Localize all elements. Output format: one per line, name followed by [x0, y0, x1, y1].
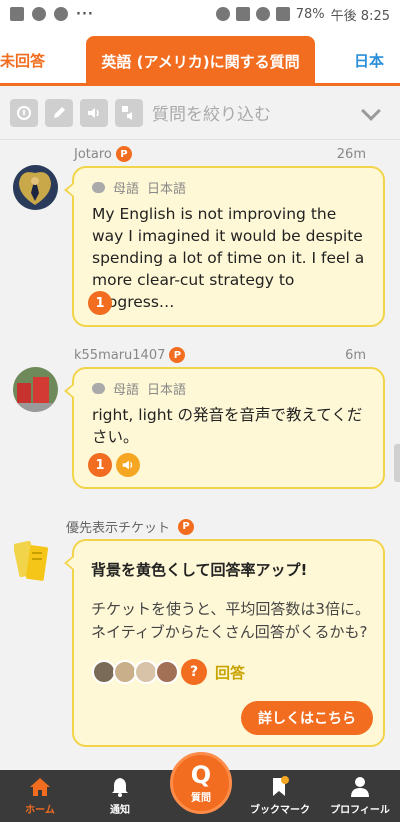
ask-question-label: 質問	[191, 792, 211, 804]
points-badge: P	[178, 518, 195, 535]
answerer-faces: ? 回答	[92, 659, 245, 685]
tab-english-us[interactable]: 英語 (アメリカ)に関する質問	[86, 36, 315, 86]
more-notifications-icon: ···	[76, 6, 94, 22]
speaker-icon[interactable]	[80, 98, 108, 127]
native-lang: 日本語	[147, 383, 187, 398]
native-language: 母語 日本語	[92, 178, 383, 197]
nav-home-label: ホーム	[25, 805, 55, 816]
username[interactable]: k55maru1407	[74, 348, 165, 363]
filter-label: 質問を絞り込む	[152, 105, 271, 125]
battery-level: 78%	[295, 6, 325, 22]
native-label: 母語	[113, 383, 140, 398]
question-text: right, light の発音を音声で教えてください。	[92, 406, 363, 446]
audio-icon[interactable]	[116, 453, 140, 477]
question-card[interactable]: 母語 日本語 right, light の発音を音声で教えてください。 1	[64, 367, 385, 489]
translate-speaker-icon[interactable]	[115, 98, 143, 127]
ticket-icon	[13, 538, 54, 584]
bell-icon	[112, 778, 128, 797]
tab-unanswered[interactable]: 未回答	[0, 38, 45, 83]
call-icon	[32, 7, 46, 21]
signal-icon	[275, 7, 290, 21]
speech-bubble-icon	[92, 182, 105, 193]
details-button[interactable]: 詳しくはこちら	[241, 701, 373, 735]
native-label: 母語	[113, 182, 140, 197]
pencil-icon[interactable]	[45, 98, 73, 127]
timestamp: 6m	[345, 348, 366, 363]
home-icon	[30, 778, 50, 796]
question-text: My English is not improving the way I im…	[92, 205, 365, 311]
nav-notifications[interactable]: 通知	[80, 776, 160, 816]
nav-bookmarks[interactable]: ブックマーク	[240, 776, 320, 816]
clock: 午後 8:25	[330, 8, 390, 24]
answer-word: 回答	[215, 663, 246, 682]
ticket-title: 背景を黄色くして回答率アップ!	[91, 561, 308, 579]
ask-question-button[interactable]: Q 質問	[170, 752, 232, 814]
nav-profile-label: プロフィール	[330, 805, 390, 816]
tab-bar: 未回答 英語 (アメリカ)に関する質問 日本	[0, 28, 400, 86]
ticket-promo-card[interactable]: 背景を黄色くして回答率アップ! チケットを使うと、平均回答数は3倍に。ネイティブ…	[64, 539, 385, 747]
bookmark-icon	[273, 776, 289, 796]
answer-count-badge: 1	[88, 291, 112, 315]
user-face-avatar	[155, 660, 179, 684]
answer-count-badge: 1	[88, 453, 112, 477]
scroll-handle[interactable]	[394, 444, 400, 482]
avatar[interactable]	[13, 165, 58, 210]
native-language: 母語 日本語	[92, 379, 383, 398]
ticket-label: 優先表示チケット	[66, 521, 171, 536]
q-icon: Q	[190, 760, 212, 789]
status-bar: ··· 78% 午後 8:25	[0, 0, 400, 28]
gallery-icon	[10, 7, 24, 21]
volte-icon	[235, 7, 250, 21]
ticket-label-row: 優先表示チケット P	[66, 517, 195, 536]
timestamp: 26m	[336, 147, 366, 162]
filter-bar[interactable]: 質問を絞り込む	[0, 86, 400, 140]
speech-bubble-icon	[92, 383, 105, 394]
tab-japan[interactable]: 日本	[354, 38, 384, 83]
ticket-description: チケットを使うと、平均回答数は3倍に。ネイティブからたくさん回答がくるかも?	[91, 600, 370, 641]
nav-home[interactable]: ホーム	[0, 776, 80, 816]
app-notification-icon	[54, 7, 68, 21]
nav-notifications-label: 通知	[110, 805, 130, 816]
note-icon[interactable]	[10, 98, 38, 127]
person-icon	[351, 777, 369, 797]
question-2-meta: k55maru1407 P	[74, 347, 186, 363]
chevron-down-icon[interactable]	[361, 101, 381, 121]
username[interactable]: Jotaro	[74, 147, 112, 162]
native-lang: 日本語	[147, 182, 187, 197]
nav-bookmarks-label: ブックマーク	[250, 805, 310, 816]
wifi-icon	[255, 7, 270, 21]
avatar[interactable]	[13, 367, 58, 412]
question-mark-icon: ?	[181, 659, 207, 685]
question-card[interactable]: 母語 日本語 My English is not improving the w…	[64, 166, 385, 327]
alarm-icon	[215, 7, 230, 21]
points-badge: P	[115, 146, 132, 162]
points-badge: P	[169, 347, 186, 363]
question-1-meta: Jotaro P	[74, 146, 132, 162]
nav-profile[interactable]: プロフィール	[320, 776, 400, 816]
